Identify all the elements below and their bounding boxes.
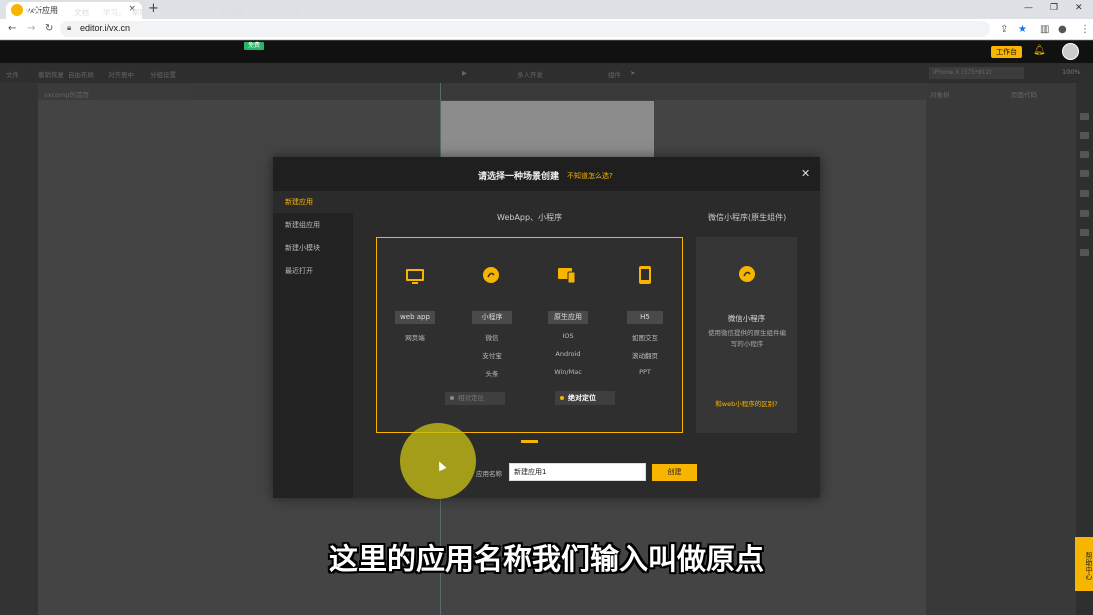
option-h5-desc: PPT xyxy=(639,368,651,376)
url-text: editor.i/vx.cn xyxy=(80,23,131,33)
section-webapp-title: WebApp、小程序 xyxy=(497,213,563,222)
nav-docs[interactable]: 文档 xyxy=(74,7,89,18)
toolbar-component[interactable]: 组件 xyxy=(608,69,621,79)
video-subtitle: 这里的应用名称我们输入叫做原点 xyxy=(328,542,764,576)
right-tab-label-2[interactable]: 页面代码 xyxy=(1011,89,1037,99)
sidebar-icon[interactable]: ▥ xyxy=(1040,24,1049,35)
option-h5-desc: 如图交互 xyxy=(632,334,658,342)
nav-pricing[interactable]: 产品定价 xyxy=(271,7,301,18)
device-select[interactable]: iPhone X (375*812) xyxy=(929,67,1024,79)
toolbar-group[interactable]: 分组设置 xyxy=(150,69,176,79)
relative-position-radio[interactable]: 相对定位 xyxy=(445,392,505,405)
wechat-option-title: 微信小程序 xyxy=(727,314,766,323)
restore-icon[interactable]: ❐ xyxy=(1050,3,1058,13)
layers-icon[interactable] xyxy=(1080,151,1089,158)
option-native-label[interactable]: 原生应用 xyxy=(548,311,588,324)
reload-icon[interactable]: ↻ xyxy=(45,23,53,34)
toolbar-file[interactable]: 文件 xyxy=(6,69,19,79)
h5-icon xyxy=(639,266,651,284)
carousel-indicator[interactable] xyxy=(521,440,538,443)
side-item-recent[interactable]: 最近打开 xyxy=(273,260,353,282)
canvas-page xyxy=(441,101,654,157)
app-name-label: 应用名称 xyxy=(476,470,502,478)
nav-market[interactable]: 市场。 xyxy=(176,7,199,18)
option-native-desc: IOS xyxy=(562,332,574,340)
absolute-position-radio[interactable]: 绝对定位 xyxy=(555,391,615,405)
side-item-new-app[interactable]: 新建应用 xyxy=(273,191,353,213)
style-icon[interactable] xyxy=(1080,170,1089,177)
info-icon[interactable] xyxy=(1080,113,1089,120)
minimize-icon[interactable]: — xyxy=(1024,3,1033,13)
option-webapp-desc: 网页端 xyxy=(405,334,425,342)
native-app-icon xyxy=(558,268,576,284)
zoom-level[interactable]: 100% xyxy=(1062,68,1081,76)
profile-icon[interactable]: ● xyxy=(1058,24,1067,35)
option-h5-desc: 滚动翻页 xyxy=(632,352,658,360)
chat-icon[interactable] xyxy=(1080,249,1089,256)
modal-help-link[interactable]: 不知道怎么选? xyxy=(567,171,613,181)
workbench-button[interactable]: 工作台 xyxy=(991,46,1022,58)
radio-dot-icon xyxy=(450,396,454,400)
toolbar-multi-dev[interactable]: 多人开发 xyxy=(517,69,543,79)
new-tab-button[interactable]: + xyxy=(148,2,159,16)
option-webapp-label[interactable]: web app xyxy=(395,311,435,324)
option-miniprogram-desc: 支付宝 xyxy=(482,352,502,360)
site-top-nav xyxy=(0,41,1093,63)
window-close-icon[interactable]: ✕ xyxy=(1075,3,1083,13)
option-h5-label[interactable]: H5 xyxy=(627,311,663,324)
option-native-desc: Win/Mac xyxy=(554,368,582,376)
option-miniprogram-desc: 微信 xyxy=(485,334,499,342)
radio-dot-icon xyxy=(560,396,564,400)
back-icon[interactable]: ← xyxy=(8,23,16,34)
webapp-icon xyxy=(406,269,424,284)
nav-help[interactable]: 帮助 xyxy=(132,7,147,18)
forward-icon[interactable]: → xyxy=(27,23,35,34)
send-icon[interactable]: ➤ xyxy=(630,69,635,77)
side-item-new-group-app[interactable]: 新建组应用 xyxy=(273,214,353,236)
bell-icon[interactable]: 🔔︎ xyxy=(1033,45,1046,56)
toolbar-undo[interactable]: 撤销恢复 xyxy=(38,69,64,79)
toolbar-free-layout[interactable]: 自由布局 xyxy=(68,69,94,79)
modal-close-icon[interactable]: ✕ xyxy=(801,167,810,180)
create-button[interactable]: 创建 xyxy=(652,464,697,481)
option-native-desc: Android xyxy=(555,350,581,358)
help-center-button[interactable]: 帮助中心 xyxy=(1075,537,1093,591)
share-icon[interactable]: ⇪ xyxy=(1000,24,1008,35)
data-icon[interactable] xyxy=(1080,190,1089,197)
nav-learn[interactable]: 学习。 xyxy=(103,7,126,18)
absolute-position-label: 绝对定位 xyxy=(568,394,596,402)
omnibox[interactable]: 🔒︎ editor.i/vx.cn xyxy=(60,21,990,37)
logo-text[interactable]: VX xyxy=(25,3,41,17)
side-item-new-module[interactable]: 新建小模块 xyxy=(273,237,353,259)
play-icon[interactable]: ▶ xyxy=(462,69,467,77)
bookmark-star-icon[interactable]: ★ xyxy=(1018,24,1027,35)
wechat-option-desc: 使用微信提供的原生组件编写的小程序 xyxy=(708,329,786,348)
logo-icon xyxy=(11,4,23,16)
settings-icon[interactable] xyxy=(1080,132,1089,139)
modal-title: 请选择一种场景创建 xyxy=(478,172,560,182)
event-icon[interactable] xyxy=(1080,210,1089,217)
section-wechat-title: 微信小程序(原生组件) xyxy=(708,213,787,222)
free-badge: 免费 xyxy=(244,42,264,50)
wechat-difference-link[interactable]: 和web小程序的区别? xyxy=(696,398,797,408)
nav-education[interactable]: 教育版 xyxy=(220,7,243,18)
option-miniprogram-label[interactable]: 小程序 xyxy=(472,311,512,324)
option-miniprogram-desc: 头条 xyxy=(485,370,499,378)
browser-tab-strip xyxy=(0,0,1093,19)
toolbar-align[interactable]: 对齐居中 xyxy=(108,69,134,79)
menu-kebab-icon[interactable]: ⋮ xyxy=(1080,24,1090,35)
logo-suffix: cn xyxy=(50,7,59,15)
app-name-input[interactable] xyxy=(509,463,646,481)
link-icon[interactable] xyxy=(1080,229,1089,236)
miniprogram-icon xyxy=(483,267,499,283)
avatar[interactable] xyxy=(1062,43,1079,60)
lock-icon: 🔒︎ xyxy=(67,23,72,32)
right-tab-label[interactable]: 对象树 xyxy=(930,89,950,99)
wechat-miniprogram-icon xyxy=(739,266,755,282)
left-tab-label[interactable]: vxcomp的首页 xyxy=(44,89,89,99)
relative-position-label: 相对定位 xyxy=(458,394,484,402)
